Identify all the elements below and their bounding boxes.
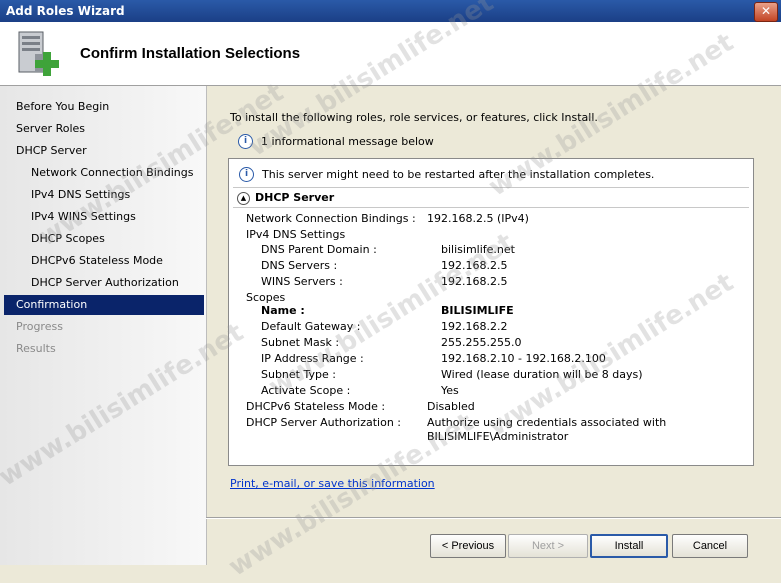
main-content: To install the following roles, role ser…: [206, 86, 781, 565]
detail-value: bilisimlife.net: [441, 243, 515, 256]
restart-note: i This server might need to be restarted …: [239, 167, 654, 183]
close-button[interactable]: ✕: [754, 2, 778, 22]
section-header-dhcp-server[interactable]: ▲ DHCP Server: [237, 191, 334, 205]
divider: [233, 207, 749, 208]
nav-item-dhcp-scopes[interactable]: DHCP Scopes: [31, 229, 105, 249]
detail-label: Name :: [261, 304, 305, 317]
intro-text: To install the following roles, role ser…: [230, 111, 598, 124]
nav-item-ipv4-dns-settings[interactable]: IPv4 DNS Settings: [31, 185, 130, 205]
detail-label: Subnet Type :: [261, 368, 336, 381]
section-title: DHCP Server: [255, 191, 335, 204]
detail-label: Network Connection Bindings :: [246, 212, 416, 225]
detail-label: IP Address Range :: [261, 352, 364, 365]
window-title: Add Roles Wizard: [6, 4, 125, 18]
detail-value: BILISIMLIFE\Administrator: [427, 430, 569, 443]
detail-value: BILISIMLIFE: [441, 304, 514, 317]
detail-label: Scopes: [246, 291, 286, 304]
wizard-header: Confirm Installation Selections: [0, 22, 781, 86]
wizard-nav: Before You Begin Server Roles DHCP Serve…: [0, 86, 207, 565]
cancel-button[interactable]: Cancel: [672, 534, 748, 558]
detail-value: Wired (lease duration will be 8 days): [441, 368, 643, 381]
title-bar: Add Roles Wizard ✕: [0, 0, 781, 22]
collapse-chevron-icon[interactable]: ▲: [237, 191, 250, 205]
info-icon: i: [238, 134, 253, 149]
detail-label: DHCPv6 Stateless Mode :: [246, 400, 386, 413]
nav-item-results: Results: [16, 342, 56, 355]
server-add-icon: [18, 31, 59, 76]
detail-value: Disabled: [427, 400, 475, 413]
detail-value: 192.168.2.5: [441, 275, 508, 288]
detail-label: Subnet Mask :: [261, 336, 340, 349]
nav-item-before-you-begin[interactable]: Before You Begin: [16, 97, 109, 117]
detail-label: Default Gateway :: [261, 320, 361, 333]
detail-value: 192.168.2.2: [441, 320, 508, 333]
print-email-save-link[interactable]: Print, e-mail, or save this information: [230, 477, 435, 490]
detail-label: IPv4 DNS Settings: [246, 228, 346, 241]
divider: [206, 517, 781, 518]
nav-item-confirmation[interactable]: Confirmation: [4, 295, 204, 315]
restart-note-text: This server might need to be restarted a…: [262, 168, 655, 181]
nav-item-server-roles[interactable]: Server Roles: [16, 119, 85, 139]
detail-label: DNS Servers :: [261, 259, 338, 272]
nav-item-network-connection-bindings[interactable]: Network Connection Bindings: [31, 163, 193, 183]
next-button: Next >: [508, 534, 588, 558]
detail-value: 192.168.2.5: [441, 259, 508, 272]
nav-item-dhcp-server[interactable]: DHCP Server: [16, 141, 87, 161]
detail-value: Yes: [441, 384, 459, 397]
nav-item-ipv4-wins-settings[interactable]: IPv4 WINS Settings: [31, 207, 136, 227]
nav-item-progress: Progress: [16, 320, 63, 333]
page-title: Confirm Installation Selections: [80, 45, 301, 62]
detail-value: 192.168.2.10 - 192.168.2.100: [441, 352, 606, 365]
install-button[interactable]: Install: [590, 534, 668, 558]
detail-value: 192.168.2.5 (IPv4): [427, 212, 529, 225]
detail-value: Authorize using credentials associated w…: [427, 416, 667, 429]
nav-item-dhcp-server-authorization[interactable]: DHCP Server Authorization: [31, 273, 179, 293]
detail-label: DNS Parent Domain :: [261, 243, 377, 256]
detail-value: 255.255.255.0: [441, 336, 522, 349]
detail-label: WINS Servers :: [261, 275, 343, 288]
detail-label: Activate Scope :: [261, 384, 351, 397]
divider: [233, 187, 749, 188]
detail-label: DHCP Server Authorization :: [246, 416, 401, 429]
previous-button[interactable]: < Previous: [430, 534, 506, 558]
info-message: i 1 informational message below: [238, 134, 434, 149]
nav-item-dhcpv6-stateless-mode[interactable]: DHCPv6 Stateless Mode: [31, 251, 163, 271]
info-icon: i: [239, 167, 254, 182]
details-panel[interactable]: i This server might need to be restarted …: [228, 158, 754, 466]
info-message-text: 1 informational message below: [261, 135, 434, 148]
